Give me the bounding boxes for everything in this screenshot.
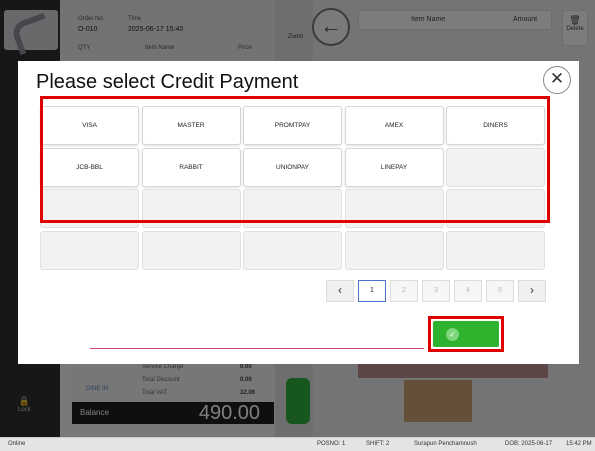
page-button[interactable]: 4 <box>454 280 482 302</box>
clock-status: 15:42 PM <box>566 441 592 447</box>
prev-page-button[interactable]: ‹ <box>326 280 354 302</box>
empty-tile <box>243 230 342 270</box>
page-button[interactable]: 2 <box>390 280 418 302</box>
chevron-right-icon: › <box>530 283 534 297</box>
next-page-button[interactable]: › <box>518 280 546 302</box>
highlight-box <box>40 96 550 223</box>
user-status: Surapun Penchamnush <box>414 441 477 447</box>
empty-tile <box>344 230 444 270</box>
status-bar: Online POSNO: 1 SHIFT: 2 Surapun Pencham… <box>0 437 595 451</box>
payment-amount-input[interactable] <box>90 323 424 349</box>
dob-status: DOB: 2025-06-17 <box>505 441 553 447</box>
confirm-button[interactable]: ✓ <box>433 321 499 347</box>
empty-tile <box>446 230 545 270</box>
close-button[interactable]: ✕ <box>543 66 571 94</box>
shift-status: SHIFT: 2 <box>366 441 390 447</box>
empty-tile <box>141 230 241 270</box>
connection-status: Online <box>8 441 26 447</box>
page-button[interactable]: 3 <box>422 280 450 302</box>
page-button[interactable]: 5 <box>486 280 514 302</box>
check-circle-icon: ✓ <box>446 328 459 341</box>
close-icon: ✕ <box>549 69 565 88</box>
page-button[interactable]: 1 <box>358 280 386 302</box>
empty-tile <box>40 230 139 270</box>
credit-payment-dialog: Please select Credit Payment ✕ VISA MASTE… <box>18 61 579 364</box>
dialog-title: Please select Credit Payment <box>36 71 299 93</box>
posno-status: POSNO: 1 <box>317 441 346 447</box>
chevron-left-icon: ‹ <box>338 283 342 297</box>
